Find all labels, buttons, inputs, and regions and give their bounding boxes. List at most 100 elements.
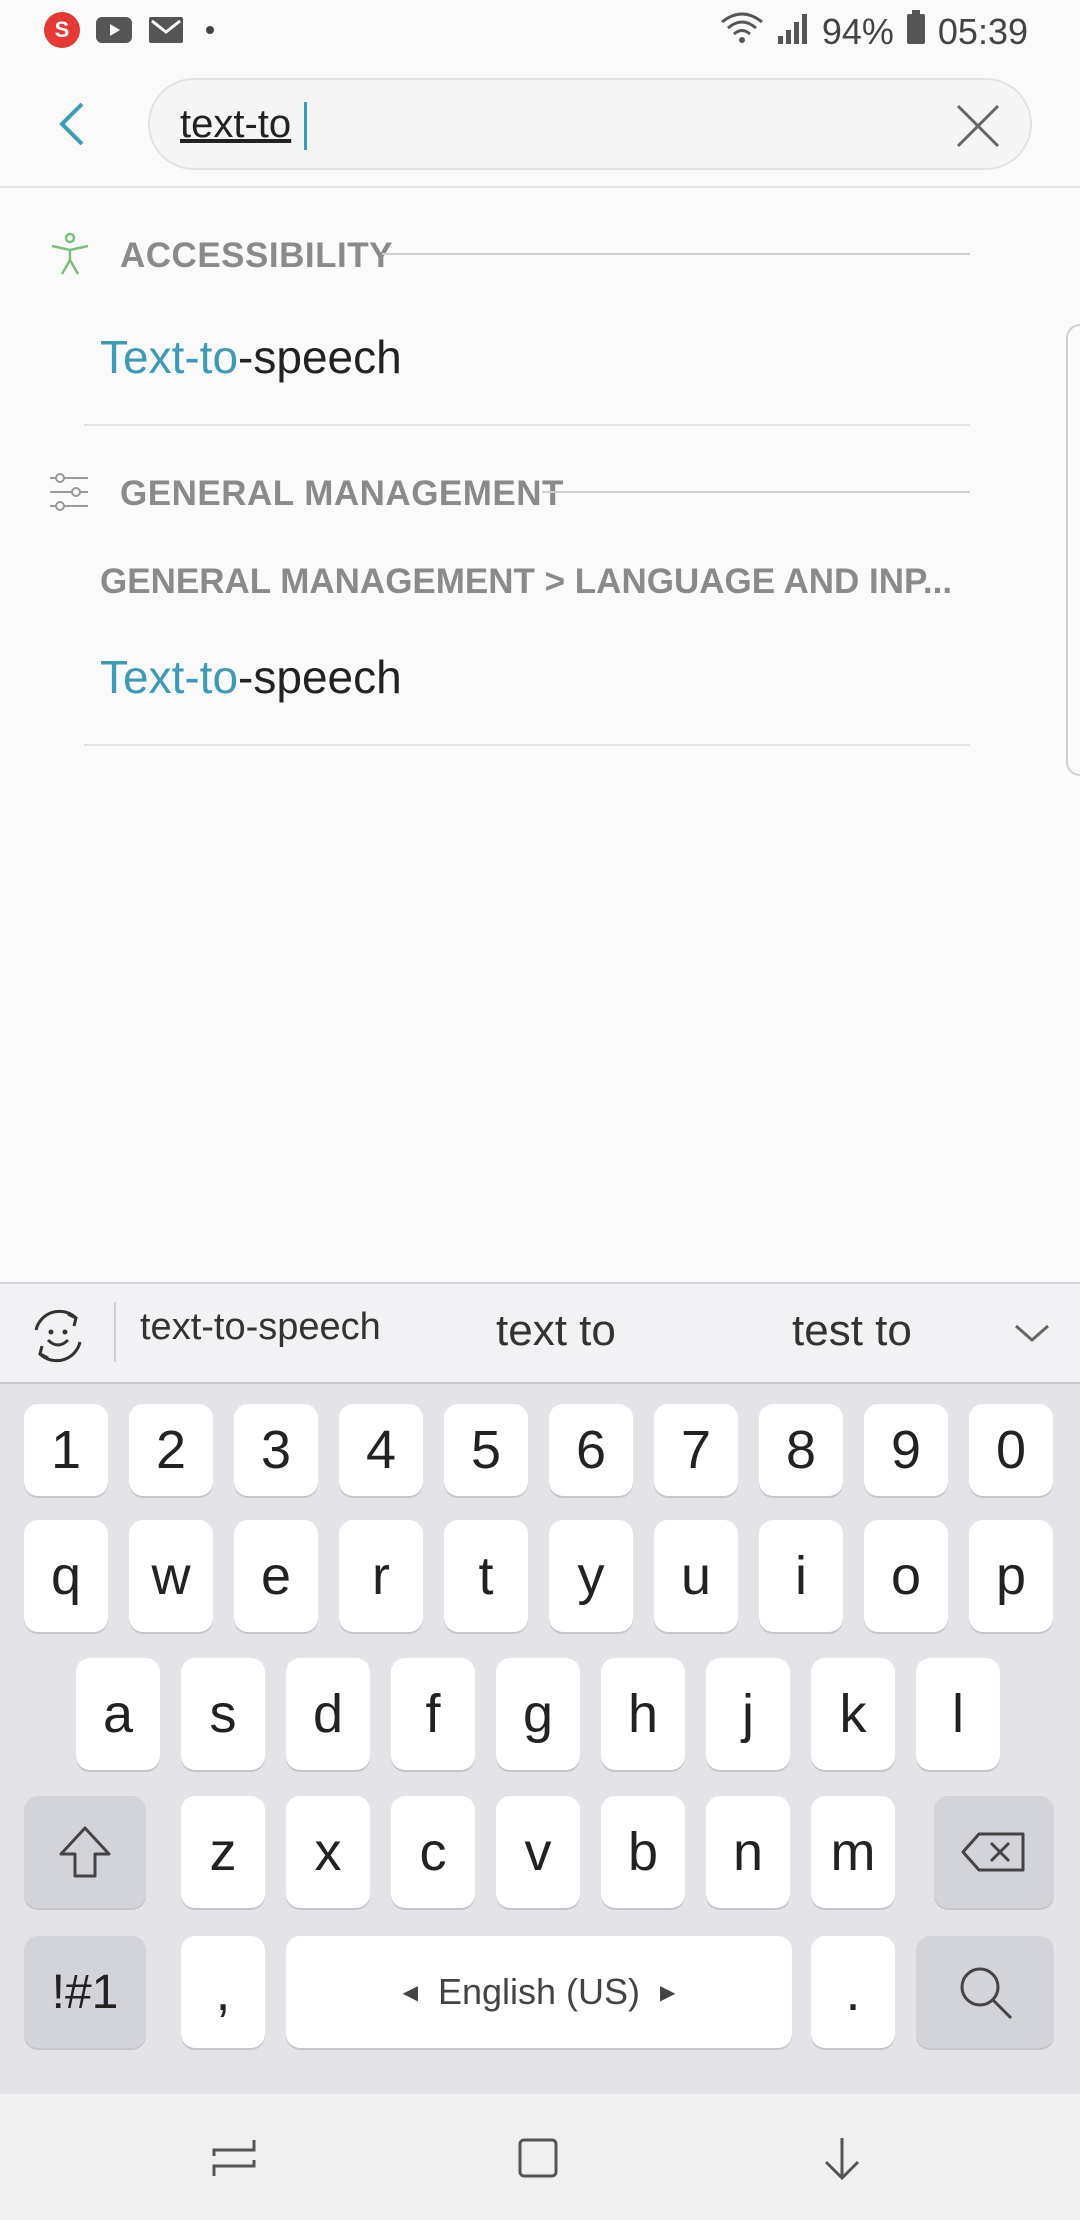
key-r[interactable]: r — [339, 1520, 423, 1632]
keyboard: 1 2 3 4 5 6 7 8 9 0 q w e r t y u i o p … — [0, 1384, 1080, 2094]
language-left-arrow-icon: ◀ — [402, 1981, 418, 2004]
key-e[interactable]: e — [234, 1520, 318, 1632]
accessibility-icon — [51, 232, 89, 275]
arrow-down-icon — [824, 2138, 860, 2181]
result-highlight: Text-to — [100, 651, 239, 703]
keyboard-suggestion-bar: text-to-speech text to test to — [0, 1282, 1080, 1384]
search-box[interactable] — [148, 78, 1032, 170]
result-title: Text-to-speech — [100, 330, 402, 384]
key-x[interactable]: x — [286, 1796, 370, 1908]
result-item-text-to-speech-general-management[interactable]: GENERAL MANAGEMENT > LANGUAGE AND INP...… — [84, 540, 970, 746]
space-key[interactable]: ◀ English (US) ▶ — [286, 1936, 792, 2048]
key-t[interactable]: t — [444, 1520, 528, 1632]
key-o[interactable]: o — [864, 1520, 948, 1632]
key-y[interactable]: y — [549, 1520, 633, 1632]
key-1[interactable]: 1 — [24, 1404, 108, 1496]
search-key[interactable] — [916, 1936, 1054, 2048]
key-w[interactable]: w — [129, 1520, 213, 1632]
shift-key[interactable] — [24, 1796, 146, 1908]
youtube-icon — [96, 16, 132, 44]
space-label: English (US) — [437, 1971, 641, 2012]
symbols-key[interactable]: !#1 — [24, 1936, 146, 2048]
key-l[interactable]: l — [916, 1658, 1000, 1770]
clear-search-button[interactable] — [950, 98, 1006, 154]
result-path: GENERAL MANAGEMENT > LANGUAGE AND INP... — [100, 562, 953, 601]
home-button[interactable] — [506, 2126, 570, 2190]
gmail-icon — [148, 16, 184, 44]
key-f[interactable]: f — [391, 1658, 475, 1770]
search-icon — [960, 1967, 1013, 2020]
key-0[interactable]: 0 — [969, 1404, 1053, 1496]
result-item-text-to-speech-accessibility[interactable]: Text-to-speech — [84, 300, 970, 426]
key-g[interactable]: g — [496, 1658, 580, 1770]
section-divider — [542, 491, 970, 493]
search-input[interactable] — [180, 94, 880, 154]
section-divider — [382, 253, 970, 255]
suggestion-3[interactable]: test to — [792, 1306, 912, 1356]
navigation-bar — [0, 2094, 1080, 2220]
key-7[interactable]: 7 — [654, 1404, 738, 1496]
search-header — [0, 64, 1080, 188]
more-notifications-dot — [206, 26, 214, 34]
key-2[interactable]: 2 — [129, 1404, 213, 1496]
home-icon — [518, 2138, 558, 2178]
battery-icon — [906, 10, 926, 53]
back-arrow-icon — [59, 102, 84, 146]
hide-keyboard-button[interactable] — [810, 2126, 874, 2190]
section-header-accessibility: ACCESSIBILITY — [0, 224, 1080, 284]
key-6[interactable]: 6 — [549, 1404, 633, 1496]
backspace-icon — [961, 1832, 1025, 1872]
key-p[interactable]: p — [969, 1520, 1053, 1632]
key-a[interactable]: a — [76, 1658, 160, 1770]
comma-key[interactable]: , — [181, 1936, 265, 2048]
emoji-button[interactable] — [26, 1304, 90, 1368]
shift-icon — [59, 1826, 111, 1878]
section-title: ACCESSIBILITY — [120, 236, 393, 275]
key-3[interactable]: 3 — [234, 1404, 318, 1496]
emoji-cycle-icon — [34, 1309, 82, 1363]
recent-apps-button[interactable] — [202, 2126, 266, 2190]
suggestion-2[interactable]: text to — [496, 1306, 616, 1356]
scroll-handle[interactable] — [1066, 324, 1080, 776]
close-icon — [956, 104, 1000, 148]
result-title: Text-to-speech — [100, 650, 402, 704]
recent-apps-icon — [212, 2140, 256, 2176]
key-q[interactable]: q — [24, 1520, 108, 1632]
key-n[interactable]: n — [706, 1796, 790, 1908]
clock: 05:39 — [937, 10, 1028, 52]
key-s[interactable]: s — [181, 1658, 265, 1770]
suggestion-1[interactable]: text-to-speech — [140, 1306, 381, 1349]
signal-icon — [776, 11, 810, 53]
key-9[interactable]: 9 — [864, 1404, 948, 1496]
section-title: GENERAL MANAGEMENT — [120, 474, 564, 513]
key-j[interactable]: j — [706, 1658, 790, 1770]
result-rest: -speech — [238, 331, 402, 383]
key-d[interactable]: d — [286, 1658, 370, 1770]
wifi-icon — [720, 10, 764, 53]
backspace-key[interactable] — [934, 1796, 1054, 1908]
key-z[interactable]: z — [181, 1796, 265, 1908]
key-u[interactable]: u — [654, 1520, 738, 1632]
key-h[interactable]: h — [601, 1658, 685, 1770]
expand-suggestions-button[interactable] — [1008, 1310, 1056, 1358]
key-v[interactable]: v — [496, 1796, 580, 1908]
status-bar: S 94% 05:39 — [0, 0, 1080, 64]
key-m[interactable]: m — [811, 1796, 895, 1908]
section-header-general-management: GENERAL MANAGEMENT — [0, 462, 1080, 522]
period-key[interactable]: . — [811, 1936, 895, 2048]
key-i[interactable]: i — [759, 1520, 843, 1632]
back-button[interactable] — [40, 92, 104, 156]
result-rest: -speech — [238, 651, 402, 703]
notification-app-badge: S — [44, 12, 80, 48]
key-k[interactable]: k — [811, 1658, 895, 1770]
key-5[interactable]: 5 — [444, 1404, 528, 1496]
key-8[interactable]: 8 — [759, 1404, 843, 1496]
suggestion-divider — [114, 1302, 116, 1362]
key-c[interactable]: c — [391, 1796, 475, 1908]
chevron-down-icon — [1015, 1324, 1049, 1342]
key-4[interactable]: 4 — [339, 1404, 423, 1496]
key-b[interactable]: b — [601, 1796, 685, 1908]
language-right-arrow-icon: ▶ — [660, 1981, 676, 2004]
sliders-icon — [50, 473, 88, 511]
battery-percent: 94% — [821, 10, 894, 52]
